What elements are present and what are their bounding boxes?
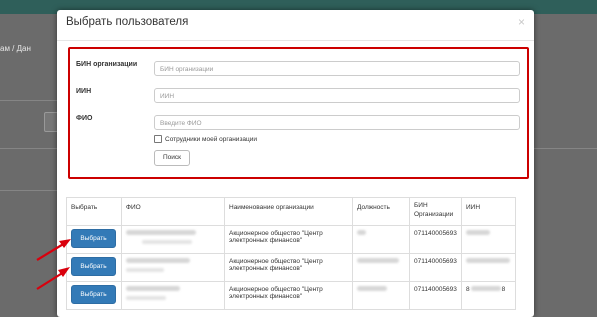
redacted-fio	[126, 286, 180, 291]
employees-checkbox[interactable]	[154, 135, 162, 143]
background-divider	[0, 190, 57, 191]
table-row: Выбрать Акционерное общество "Центр элект…	[66, 281, 516, 310]
fio-cell	[121, 253, 225, 282]
select-cell: Выбрать	[66, 225, 122, 254]
table-row: Выбрать Акционерное общество "Центр элект…	[66, 253, 516, 282]
bin-cell: 071140005693	[409, 253, 462, 282]
iin-cell	[461, 253, 516, 282]
bin-cell: 071140005693	[409, 281, 462, 310]
arrow-icon	[36, 239, 71, 261]
redacted-position	[357, 230, 366, 235]
redacted-fio	[126, 258, 190, 263]
background-breadcrumb: ам / Дан	[0, 44, 31, 53]
position-cell	[352, 225, 410, 254]
iin-cell	[461, 225, 516, 254]
organization-name-line: электронных финансов"	[229, 265, 303, 272]
redacted-iin	[470, 286, 501, 291]
employees-checkbox-label: Сотрудники моей организации	[165, 135, 258, 143]
position-cell	[352, 253, 410, 282]
modal-title: Выбрать пользователя	[66, 16, 189, 28]
iin-value-start: 8	[466, 286, 470, 293]
organization-name-line: Акционерное общество "Центр	[229, 230, 323, 237]
organization-cell: Акционерное общество "Центр электронных ф…	[224, 225, 353, 254]
redacted-fio	[126, 268, 164, 272]
select-user-modal: Выбрать пользователя × БИН организации Б…	[57, 10, 534, 317]
column-header-fio: ФИО	[121, 197, 225, 226]
search-form: БИН организации БИН организации ИИН ИИН …	[68, 47, 529, 179]
select-button[interactable]: Выбрать	[71, 257, 116, 276]
redacted-position	[357, 258, 399, 263]
select-button[interactable]: Выбрать	[71, 229, 116, 248]
redacted-fio	[126, 296, 166, 300]
bin-label: БИН организации	[76, 61, 138, 68]
position-cell	[352, 281, 410, 310]
organization-name-line: электронных финансов"	[229, 293, 303, 300]
select-cell: Выбрать	[66, 253, 122, 282]
column-header-bin: БИН Организации	[409, 197, 462, 226]
column-header-position: Должность	[352, 197, 410, 226]
employees-checkbox-row[interactable]: Сотрудники моей организации	[154, 135, 257, 143]
background-divider	[0, 100, 57, 101]
iin-input[interactable]: ИИН	[154, 88, 520, 103]
iin-label: ИИН	[76, 88, 92, 95]
fio-input[interactable]: Введите ФИО	[154, 115, 520, 130]
redacted-iin	[466, 258, 510, 263]
arrow-icon	[36, 267, 70, 290]
iin-value-end: 8	[501, 286, 506, 293]
organization-name-line: Акционерное общество "Центр	[229, 286, 323, 293]
column-header-organization: Наименование организации	[224, 197, 353, 226]
column-header-iin: ИИН	[461, 197, 516, 226]
background-divider	[534, 148, 597, 149]
organization-cell: Акционерное общество "Центр электронных ф…	[224, 253, 353, 282]
search-button[interactable]: Поиск	[154, 150, 190, 166]
fio-cell	[121, 225, 225, 254]
fio-label: ФИО	[76, 115, 93, 122]
redacted-fio	[142, 240, 192, 244]
table-row: Выбрать Акционерное общество "Центр элект…	[66, 225, 516, 254]
iin-cell: 88	[461, 281, 516, 310]
organization-cell: Акционерное общество "Центр электронных ф…	[224, 281, 353, 310]
results-table: Выбрать ФИО Наименование организации Дол…	[66, 197, 516, 310]
bin-cell: 071140005693	[409, 225, 462, 254]
select-button[interactable]: Выбрать	[71, 285, 116, 304]
organization-name-line: электронных финансов"	[229, 237, 303, 244]
redacted-position	[357, 286, 387, 291]
redacted-fio	[126, 230, 196, 235]
bin-input[interactable]: БИН организации	[154, 61, 520, 76]
modal-header: Выбрать пользователя ×	[57, 10, 534, 41]
organization-name-line: Акционерное общество "Центр	[229, 258, 323, 265]
close-icon[interactable]: ×	[518, 15, 525, 29]
fio-cell	[121, 281, 225, 310]
background-divider	[0, 148, 57, 149]
table-header-row: Выбрать ФИО Наименование организации Дол…	[66, 197, 516, 226]
column-header-select: Выбрать	[66, 197, 122, 226]
redacted-iin	[466, 230, 490, 235]
select-cell: Выбрать	[66, 281, 122, 310]
